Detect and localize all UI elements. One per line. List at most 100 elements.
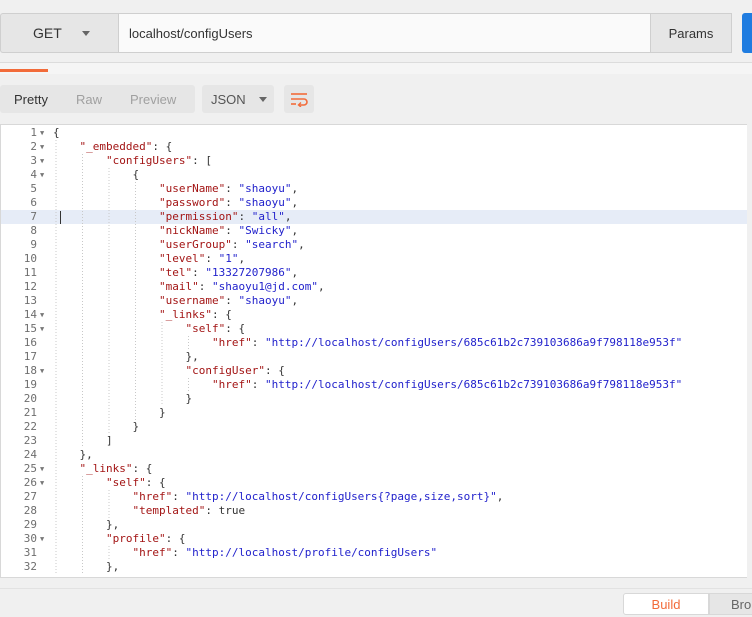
- send-button[interactable]: [742, 13, 752, 53]
- json-punctuation: ,: [291, 266, 299, 279]
- code-line: 20}: [1, 392, 752, 406]
- wrap-lines-button[interactable]: [284, 85, 314, 113]
- chevron-down-icon: [81, 30, 90, 36]
- code-line: 3 ▼ "configUsers": [: [1, 154, 752, 168]
- json-punctuation: ,: [291, 196, 299, 209]
- code-text: "templated": true: [133, 504, 246, 518]
- code-line: 29},: [1, 518, 752, 532]
- code-text: {: [53, 126, 60, 140]
- code-text: "_embedded": {: [80, 140, 173, 154]
- json-punctuation: {: [132, 168, 140, 181]
- tab-preview[interactable]: Preview: [116, 85, 190, 113]
- line-number: 6: [30, 196, 37, 209]
- json-punctuation: :: [225, 294, 239, 307]
- fold-arrow-icon[interactable]: ▼: [40, 476, 44, 490]
- code-text: "_links": {: [159, 308, 232, 322]
- json-key: "username": [159, 294, 226, 307]
- json-punctuation: :: [225, 196, 239, 209]
- json-punctuation: ,: [291, 224, 299, 237]
- status-bar: Build Bro: [0, 588, 752, 617]
- code-line: 21}: [1, 406, 752, 420]
- chevron-down-icon: [258, 96, 267, 102]
- json-key: "templated": [132, 504, 206, 517]
- code-text: "href": "http://localhost/configUsers/68…: [212, 378, 682, 392]
- json-punctuation: :: [251, 336, 265, 349]
- json-string: "http://localhost/configUsers/685c61b2c7…: [265, 336, 683, 349]
- code-text: ]: [106, 434, 113, 448]
- json-punctuation: : {: [152, 140, 173, 153]
- fold-arrow-icon[interactable]: ▼: [40, 154, 44, 168]
- response-body-editor[interactable]: 1 ▼{2 ▼ "_embedded": {3 ▼ "configUsers": [4 ▼{…: [0, 124, 752, 578]
- json-string: "Swicky": [238, 224, 292, 237]
- fold-arrow-icon[interactable]: ▼: [40, 364, 44, 378]
- json-punctuation: },: [106, 518, 120, 531]
- line-number: 32: [23, 560, 37, 573]
- json-punctuation: },: [79, 448, 93, 461]
- code-line: 22}: [1, 420, 752, 434]
- url-value: localhost/configUsers: [129, 25, 253, 41]
- json-key: "password": [159, 196, 226, 209]
- browse-button[interactable]: Bro: [709, 593, 752, 615]
- code-line: 28 "templated": true: [1, 504, 752, 518]
- json-punctuation: :: [225, 224, 239, 237]
- code-text: "_links": {: [80, 462, 153, 476]
- vertical-scrollbar[interactable]: [747, 124, 752, 578]
- json-key: "configUsers": [106, 154, 193, 167]
- build-button[interactable]: Build: [623, 593, 709, 615]
- line-number: 23: [23, 434, 37, 447]
- fold-arrow-icon[interactable]: ▼: [40, 308, 44, 322]
- json-punctuation: : {: [211, 308, 232, 321]
- tab-pretty[interactable]: Pretty: [0, 85, 62, 113]
- code-line: 9 "userGroup": "search",: [1, 238, 752, 252]
- code-text: {: [133, 168, 140, 182]
- fold-arrow-icon[interactable]: ▼: [40, 462, 44, 476]
- fold-arrow-icon[interactable]: ▼: [40, 140, 44, 154]
- line-number: 28: [23, 504, 37, 517]
- code-line: 13 "username": "shaoyu",: [1, 294, 752, 308]
- json-punctuation: : {: [264, 364, 285, 377]
- code-line: 2 ▼ "_embedded": {: [1, 140, 752, 154]
- active-tab-indicator: [0, 69, 48, 72]
- fold-arrow-icon[interactable]: ▼: [40, 532, 44, 546]
- line-number: 18: [23, 364, 37, 377]
- code-line: 4 ▼ {: [1, 168, 752, 182]
- line-number: 13: [23, 294, 37, 307]
- tab-raw[interactable]: Raw: [62, 85, 116, 113]
- json-string: "http://localhost/configUsers/685c61b2c7…: [265, 378, 683, 391]
- format-select[interactable]: JSON: [202, 85, 274, 113]
- json-punctuation: :: [238, 210, 252, 223]
- json-key: "userName": [159, 182, 226, 195]
- json-string: "13327207986": [205, 266, 292, 279]
- line-number: 19: [23, 378, 37, 391]
- json-key: "mail": [159, 280, 199, 293]
- fold-arrow-icon[interactable]: ▼: [40, 322, 44, 336]
- fold-arrow-icon[interactable]: ▼: [40, 126, 44, 140]
- code-text: },: [186, 350, 199, 364]
- json-punctuation: ,: [496, 490, 504, 503]
- json-punctuation: }: [132, 420, 140, 433]
- url-input[interactable]: localhost/configUsers: [118, 13, 651, 53]
- json-string: "1": [218, 252, 239, 265]
- code-text: "href": "http://localhost/configUsers/68…: [212, 336, 682, 350]
- json-punctuation: ,: [291, 294, 299, 307]
- json-key: "self": [185, 322, 226, 335]
- code-text: "self": {: [106, 476, 166, 490]
- line-number: 2: [30, 140, 37, 153]
- fold-arrow-icon[interactable]: ▼: [40, 168, 44, 182]
- line-number: 20: [23, 392, 37, 405]
- line-number: 29: [23, 518, 37, 531]
- json-key: "permission": [159, 210, 239, 223]
- params-label: Params: [668, 25, 714, 41]
- method-select[interactable]: GET: [0, 13, 118, 53]
- code-text: "level": "1",: [159, 252, 245, 266]
- view-mode-tabs: Pretty Raw Preview: [0, 85, 195, 113]
- format-label: JSON: [211, 91, 246, 107]
- code-line: 5 "userName": "shaoyu",: [1, 182, 752, 196]
- line-number: 31: [23, 546, 37, 559]
- params-button[interactable]: Params: [650, 13, 732, 53]
- response-tab-strip: [0, 62, 752, 74]
- line-number: 3: [30, 154, 37, 167]
- code-text: "tel": "13327207986",: [159, 266, 298, 280]
- json-string: "shaoyu": [238, 294, 292, 307]
- json-punctuation: }: [159, 406, 166, 419]
